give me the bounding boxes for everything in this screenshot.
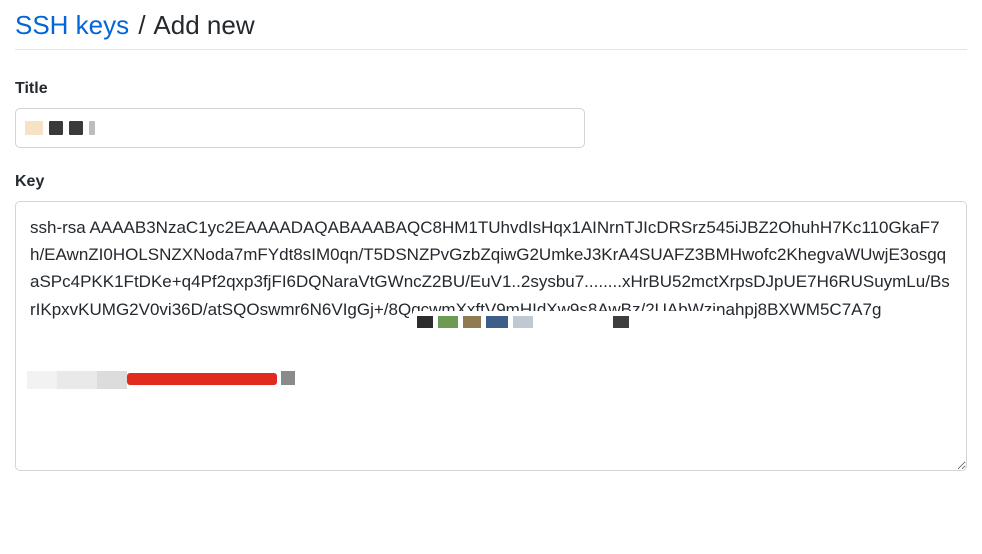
breadcrumb: SSH keys / Add new <box>15 10 967 50</box>
title-input[interactable] <box>15 108 585 148</box>
breadcrumb-current: Add new <box>153 10 254 40</box>
key-textarea[interactable] <box>15 201 967 471</box>
title-field-group: Title <box>15 80 967 148</box>
title-label: Title <box>15 80 967 98</box>
breadcrumb-link-ssh-keys[interactable]: SSH keys <box>15 10 129 40</box>
breadcrumb-separator: / <box>138 10 145 40</box>
key-label: Key <box>15 173 967 191</box>
key-field-group: Key <box>15 173 967 476</box>
